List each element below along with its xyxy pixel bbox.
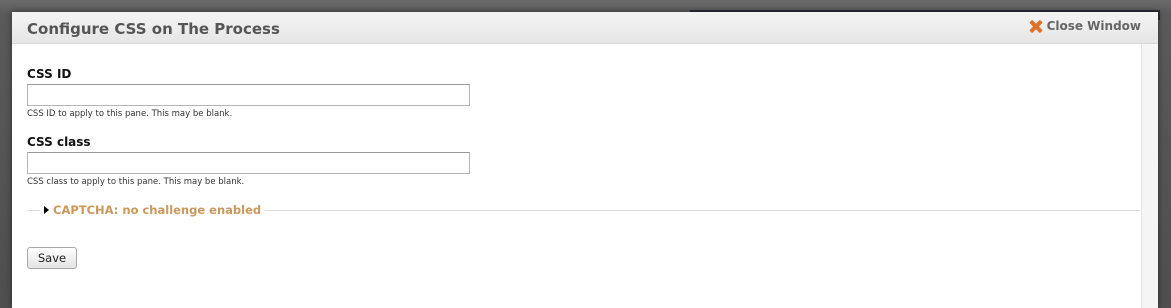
save-button[interactable]: Save — [27, 247, 77, 269]
css-class-label: CSS class — [27, 135, 91, 149]
close-window-label: Close Window — [1046, 19, 1141, 33]
triangle-right-icon — [44, 206, 49, 214]
css-class-help: CSS class to apply to this pane. This ma… — [27, 177, 245, 187]
scrollbar[interactable] — [1141, 44, 1158, 308]
css-id-help: CSS ID to apply to this pane. This may b… — [27, 109, 233, 119]
css-id-label: CSS ID — [27, 67, 72, 81]
configure-css-dialog: Configure CSS on The Process Close Windo… — [12, 12, 1158, 308]
css-id-input[interactable] — [27, 84, 470, 106]
dialog-title: Configure CSS on The Process — [27, 20, 280, 38]
close-icon — [1029, 20, 1042, 33]
captcha-fieldset-toggle[interactable]: CAPTCHA: no challenge enabled — [40, 203, 266, 217]
close-window-button[interactable]: Close Window — [1029, 19, 1141, 33]
captcha-legend: CAPTCHA: no challenge enabled — [53, 203, 262, 217]
css-class-input[interactable] — [27, 152, 470, 174]
dialog-header: Configure CSS on The Process Close Windo… — [12, 12, 1158, 44]
